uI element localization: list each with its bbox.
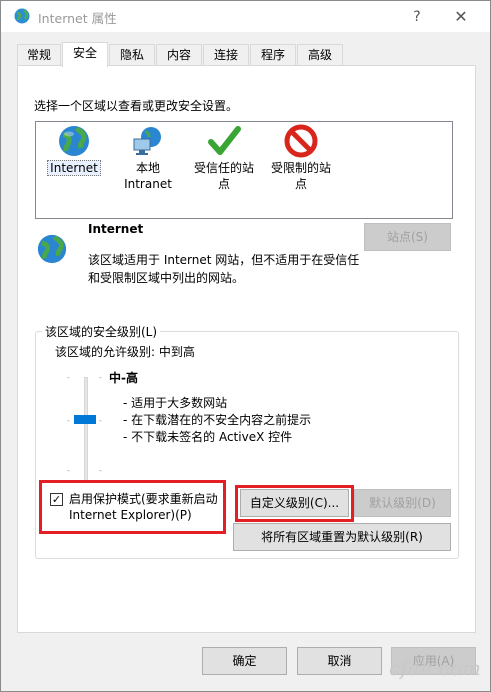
tab-programs[interactable]: 程序 xyxy=(250,44,296,66)
zone-trusted-sites[interactable]: 受信任的站 点 xyxy=(189,124,259,192)
allowed-levels-text: 该区域的允许级别: 中到高 xyxy=(55,345,195,359)
level-bullet: - 在下载潜在的不安全内容之前提示 xyxy=(123,413,312,427)
zone-local-intranet-label-1: 本地 xyxy=(135,161,160,175)
zone-restricted-sites[interactable]: 受限制的站 点 xyxy=(266,124,336,192)
slider-tick: - xyxy=(99,416,102,425)
security-tab-panel: 选择一个区域以查看或更改安全设置。 Internet 本地 Intranet 受… xyxy=(17,65,476,633)
selected-zone-name: Internet xyxy=(88,222,144,236)
security-level-slider-track[interactable] xyxy=(84,377,88,481)
zone-internet-label: Internet xyxy=(47,160,101,176)
zone-trusted-sites-label-2: 点 xyxy=(217,177,230,191)
zone-local-intranet-label-2: Intranet xyxy=(124,177,172,191)
zone-trusted-sites-label-1: 受信任的站 xyxy=(193,161,254,175)
zone-internet[interactable]: Internet xyxy=(46,124,102,176)
selected-zone-description-2: 和受限制区域中列出的网站。 xyxy=(88,271,245,285)
custom-level-button[interactable]: 自定义级别(C)... xyxy=(240,489,349,517)
zone-list: Internet 本地 Intranet 受信任的站 点 受限制的站 点 xyxy=(35,121,453,219)
slider-tick: - xyxy=(67,416,70,425)
zone-restricted-sites-label-1: 受限制的站 xyxy=(270,161,331,175)
protected-mode-checkbox[interactable]: ✓ xyxy=(50,493,63,506)
tab-connections[interactable]: 连接 xyxy=(203,44,249,66)
protected-mode-highlight xyxy=(39,480,226,534)
protected-mode-label-2: Internet Explorer)(P) xyxy=(69,508,192,522)
slider-tick: - xyxy=(67,373,70,382)
internet-properties-window: Internet 属性 ? ✕ 常规 安全 隐私 内容 连接 程序 高级 选择一… xyxy=(0,0,491,692)
tab-general[interactable]: 常规 xyxy=(17,44,61,66)
tab-content[interactable]: 内容 xyxy=(156,44,202,66)
selected-zone-description-1: 该区域适用于 Internet 网站，但不适用于在受信任 xyxy=(88,253,360,267)
watermark: cfan.com xyxy=(389,656,481,680)
slider-tick: - xyxy=(99,373,102,382)
no-entry-icon xyxy=(284,124,318,158)
security-level-title: 该区域的安全级别(L) xyxy=(42,323,161,340)
level-bullet: - 适用于大多数网站 xyxy=(123,396,228,410)
green-check-icon xyxy=(208,126,241,155)
globe-icon xyxy=(59,126,89,156)
selected-zone-globe-icon xyxy=(37,234,67,264)
reset-all-zones-button[interactable]: 将所有区域重置为默认级别(R) xyxy=(233,523,451,551)
window-title: Internet 属性 xyxy=(38,11,117,26)
tab-privacy[interactable]: 隐私 xyxy=(109,44,155,66)
close-button[interactable]: ✕ xyxy=(446,5,476,29)
zone-local-intranet[interactable]: 本地 Intranet xyxy=(116,124,180,192)
zone-prompt: 选择一个区域以查看或更改安全设置。 xyxy=(34,99,239,113)
slider-tick: - xyxy=(99,466,102,475)
zone-restricted-sites-label-2: 点 xyxy=(294,177,307,191)
security-level-name: 中-高 xyxy=(109,371,138,385)
protected-mode-label-1: 启用保护模式(要求重新启动 xyxy=(69,492,218,506)
level-bullet: - 不下载未签名的 ActiveX 控件 xyxy=(123,430,293,444)
ok-button[interactable]: 确定 xyxy=(202,647,287,675)
help-button[interactable]: ? xyxy=(402,5,432,29)
title-bar: Internet 属性 ? ✕ xyxy=(1,1,490,32)
security-level-slider-thumb[interactable] xyxy=(74,415,96,424)
local-intranet-icon xyxy=(133,127,161,155)
tab-advanced[interactable]: 高级 xyxy=(297,44,343,66)
default-level-button[interactable]: 默认级别(D) xyxy=(354,489,451,517)
slider-tick: - xyxy=(67,466,70,475)
cancel-button[interactable]: 取消 xyxy=(297,647,382,675)
tab-security[interactable]: 安全 xyxy=(62,42,108,67)
internet-globe-icon xyxy=(14,8,30,24)
sites-button[interactable]: 站点(S) xyxy=(364,223,451,251)
